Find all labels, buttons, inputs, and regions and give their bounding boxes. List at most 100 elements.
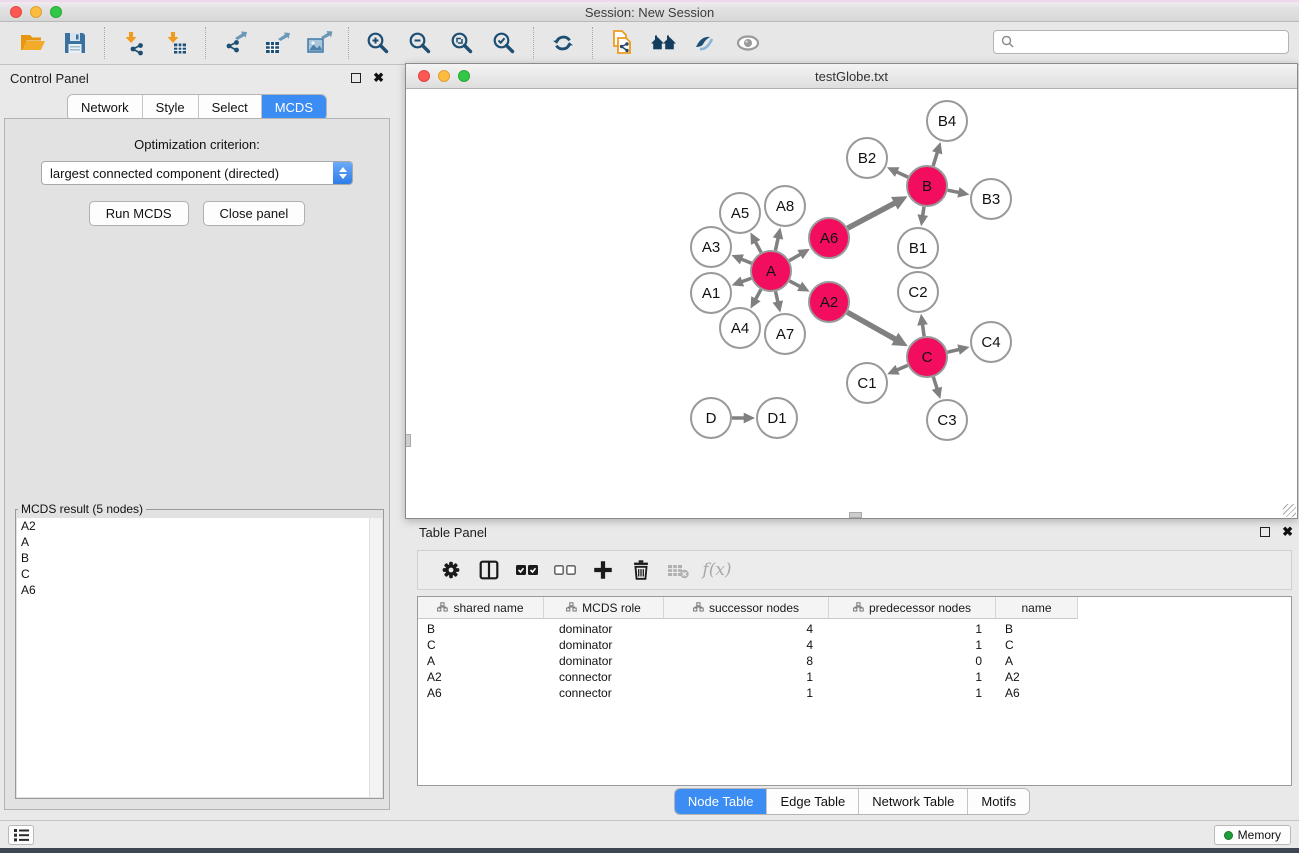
select-all-icon[interactable] <box>512 555 542 585</box>
edge-C-C2[interactable] <box>922 324 924 336</box>
edge-B-B3[interactable] <box>948 190 960 192</box>
cell-MCDS-role[interactable]: connector <box>544 670 664 684</box>
edge-C-C4[interactable] <box>947 349 959 352</box>
cell-name[interactable]: C <box>996 638 1078 652</box>
export-network-icon[interactable] <box>220 28 250 58</box>
tab-network[interactable]: Network <box>68 95 143 120</box>
cell-shared-name[interactable]: A <box>418 654 544 668</box>
import-network-icon[interactable] <box>119 28 149 58</box>
table-row[interactable]: Cdominator41C <box>418 637 1291 653</box>
function-builder-icon[interactable]: f(x) <box>702 555 732 585</box>
duplicate-network-icon[interactable] <box>607 28 637 58</box>
mcds-result-item[interactable]: C <box>17 566 382 582</box>
tab-mcds[interactable]: MCDS <box>262 95 326 120</box>
cell-predecessor-nodes[interactable]: 1 <box>829 638 996 652</box>
table-settings-icon[interactable] <box>436 555 466 585</box>
cell-shared-name[interactable]: C <box>418 638 544 652</box>
zoom-selected-icon[interactable] <box>489 28 519 58</box>
resize-grip[interactable] <box>1283 504 1296 517</box>
float-panel-icon[interactable] <box>351 73 361 83</box>
deselect-all-icon[interactable] <box>550 555 580 585</box>
tab-motifs[interactable]: Motifs <box>968 789 1029 814</box>
network-window-titlebar[interactable]: testGlobe.txt <box>406 64 1297 89</box>
zoom-in-icon[interactable] <box>363 28 393 58</box>
mcds-result-item[interactable]: B <box>17 550 382 566</box>
tab-node-table[interactable]: Node Table <box>675 789 768 814</box>
edge-C-C1[interactable] <box>897 365 908 370</box>
table-row[interactable]: A6connector11A6 <box>418 685 1291 701</box>
cell-name[interactable]: A <box>996 654 1078 668</box>
tab-edge-table[interactable]: Edge Table <box>767 789 859 814</box>
close-table-panel-icon[interactable]: ✖ <box>1282 524 1293 540</box>
column-header-MCDS-role[interactable]: MCDS role <box>544 597 664 619</box>
column-header-successor-nodes[interactable]: successor nodes <box>664 597 829 619</box>
vertical-scrollbar-thumb[interactable] <box>406 434 411 447</box>
search-field[interactable] <box>993 30 1289 54</box>
edge-A-A8[interactable] <box>775 238 778 251</box>
column-header-name[interactable]: name <box>996 597 1078 619</box>
cell-MCDS-role[interactable]: dominator <box>544 638 664 652</box>
edge-A-A7[interactable] <box>776 291 778 302</box>
table-row[interactable]: A2connector11A2 <box>418 669 1291 685</box>
cell-predecessor-nodes[interactable]: 0 <box>829 654 996 668</box>
add-column-icon[interactable] <box>588 555 618 585</box>
cell-shared-name[interactable]: A2 <box>418 670 544 684</box>
table-row[interactable]: Adominator80A <box>418 653 1291 669</box>
edge-A6-B[interactable] <box>848 203 896 228</box>
tab-style[interactable]: Style <box>143 95 199 120</box>
search-input[interactable] <box>1016 35 1288 49</box>
cell-predecessor-nodes[interactable]: 1 <box>829 670 996 684</box>
tab-network-table[interactable]: Network Table <box>859 789 968 814</box>
scrollbar-track[interactable] <box>369 518 382 797</box>
node-table[interactable]: shared nameMCDS rolesuccessor nodesprede… <box>417 596 1292 786</box>
mcds-result-item[interactable]: A6 <box>17 582 382 598</box>
mcds-result-item[interactable]: A2 <box>17 518 382 534</box>
cell-MCDS-role[interactable]: connector <box>544 686 664 700</box>
cell-MCDS-role[interactable]: dominator <box>544 654 664 668</box>
close-panel-icon[interactable]: ✖ <box>373 70 384 86</box>
edge-A-A1[interactable] <box>741 278 751 282</box>
table-row[interactable]: Bdominator41B <box>418 621 1291 637</box>
save-session-icon[interactable] <box>60 28 90 58</box>
edge-A-A3[interactable] <box>741 259 752 263</box>
horizontal-scrollbar-thumb[interactable] <box>849 512 862 518</box>
edge-A2-C[interactable] <box>847 312 895 339</box>
cell-MCDS-role[interactable]: dominator <box>544 622 664 636</box>
tab-select[interactable]: Select <box>199 95 262 120</box>
column-header-shared-name[interactable]: shared name <box>418 597 544 619</box>
open-session-icon[interactable] <box>18 28 48 58</box>
export-table-icon[interactable] <box>262 28 292 58</box>
edge-A-A5[interactable] <box>755 241 761 252</box>
split-view-icon[interactable] <box>474 555 504 585</box>
cell-name[interactable]: A2 <box>996 670 1078 684</box>
cell-successor-nodes[interactable]: 4 <box>664 638 829 652</box>
import-table-icon[interactable] <box>161 28 191 58</box>
float-table-panel-icon[interactable] <box>1260 527 1270 537</box>
cell-successor-nodes[interactable]: 8 <box>664 654 829 668</box>
show-all-panels-icon[interactable] <box>649 28 679 58</box>
edge-A-A2[interactable] <box>790 281 801 287</box>
task-history-button[interactable] <box>8 825 34 845</box>
cell-predecessor-nodes[interactable]: 1 <box>829 622 996 636</box>
hide-details-icon[interactable] <box>733 28 763 58</box>
column-header-predecessor-nodes[interactable]: predecessor nodes <box>829 597 996 619</box>
cell-successor-nodes[interactable]: 1 <box>664 670 829 684</box>
apply-style-icon[interactable] <box>691 28 721 58</box>
zoom-out-icon[interactable] <box>405 28 435 58</box>
cell-predecessor-nodes[interactable]: 1 <box>829 686 996 700</box>
criterion-dropdown[interactable]: largest connected component (directed) <box>41 161 353 185</box>
cell-shared-name[interactable]: A6 <box>418 686 544 700</box>
cell-successor-nodes[interactable]: 1 <box>664 686 829 700</box>
cell-name[interactable]: A6 <box>996 686 1078 700</box>
mcds-result-list[interactable]: A2ABCA6 <box>17 518 382 797</box>
delete-column-icon[interactable] <box>626 555 656 585</box>
clear-table-icon[interactable] <box>664 555 694 585</box>
export-image-icon[interactable] <box>304 28 334 58</box>
edge-A-A4[interactable] <box>755 289 761 299</box>
memory-button[interactable]: Memory <box>1214 825 1291 845</box>
cell-name[interactable]: B <box>996 622 1078 636</box>
network-canvas[interactable]: B4B2BB3A8A5A6A3B1AC2A1A2A4A7C4CC1DD1C3 <box>406 89 1297 518</box>
cell-successor-nodes[interactable]: 4 <box>664 622 829 636</box>
edge-B-B2[interactable] <box>896 172 908 177</box>
run-mcds-button[interactable]: Run MCDS <box>89 201 189 226</box>
